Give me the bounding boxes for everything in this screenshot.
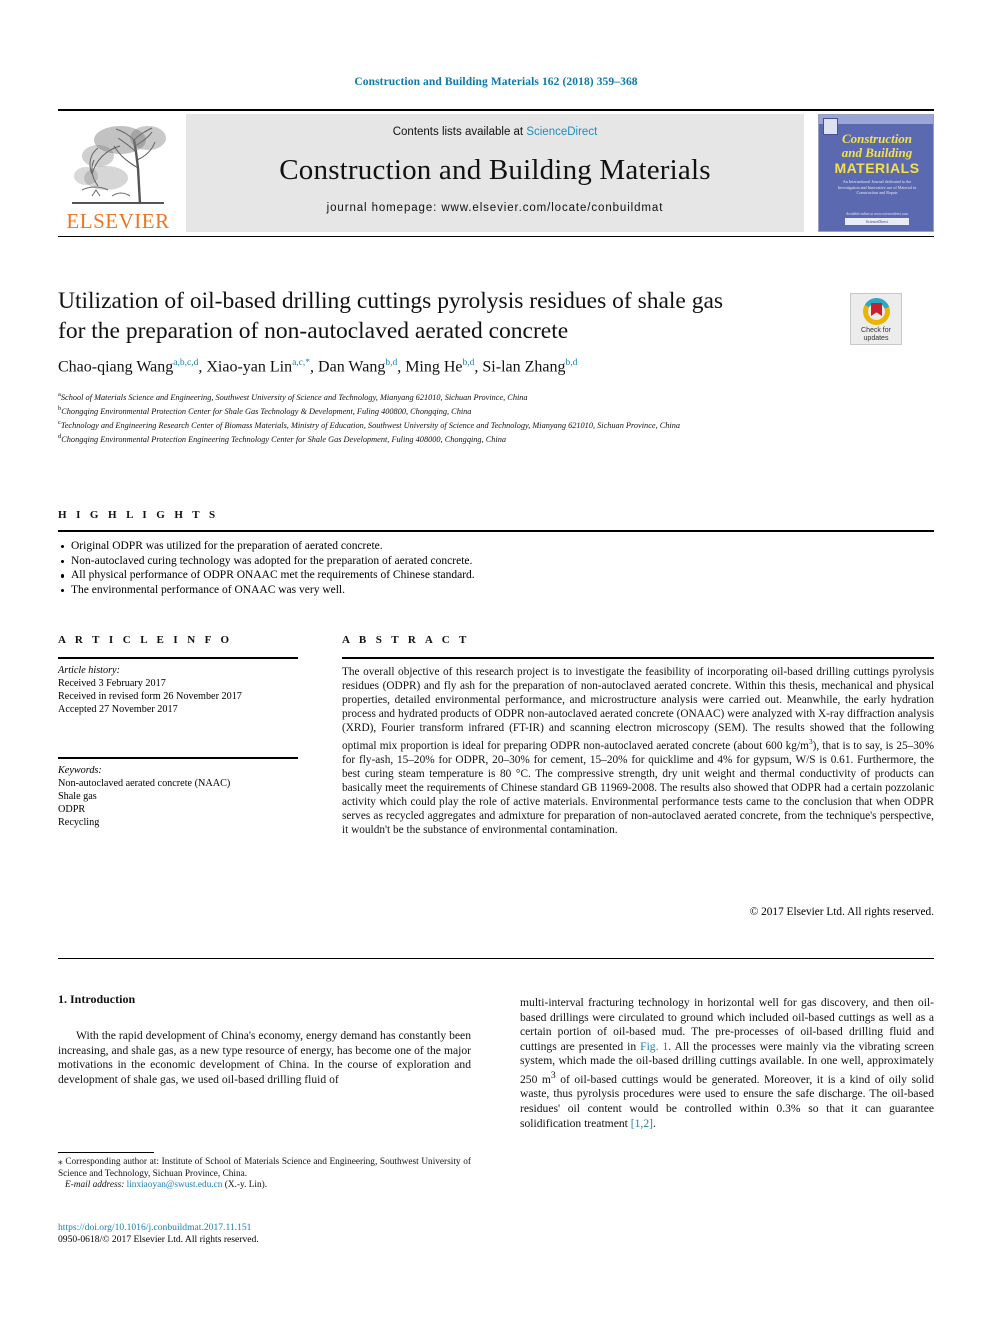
journal-cover-thumbnail: Construction and Building MATERIALS An I… bbox=[818, 114, 934, 232]
elsevier-tree-icon bbox=[62, 116, 174, 208]
author-list: Chao-qiang Wanga,b,c,d, Xiao-yan Lina,c,… bbox=[58, 358, 578, 376]
author-name: Chao-qiang Wang bbox=[58, 358, 174, 376]
crossmark-ring-icon bbox=[863, 298, 890, 325]
affiliation-text: School of Materials Science and Engineer… bbox=[60, 392, 528, 402]
masthead-top-rule bbox=[58, 109, 934, 111]
intro-left-column: With the rapid development of China's ec… bbox=[58, 1029, 471, 1086]
email-address-label: E-mail address: bbox=[64, 1180, 125, 1191]
keywords-block: Keywords: Non-autoclaved aerated concret… bbox=[58, 764, 308, 829]
abstract-rule bbox=[342, 657, 934, 659]
abstract-heading: A B S T R A C T bbox=[342, 634, 470, 646]
copyright-line: © 2017 Elsevier Ltd. All rights reserved… bbox=[749, 906, 934, 918]
corresponding-author-text: Corresponding author at: Institute of Sc… bbox=[58, 1157, 471, 1179]
article-history-item: Accepted 27 November 2017 bbox=[58, 704, 178, 716]
keyword-item: Shale gas bbox=[58, 791, 97, 803]
author-name: Ming He bbox=[405, 358, 463, 376]
contents-panel: Contents lists available at ScienceDirec… bbox=[186, 114, 804, 232]
cover-title-line3: MATERIALS bbox=[834, 160, 920, 176]
highlights-heading: H I G H L I G H T S bbox=[58, 509, 219, 521]
contents-prefix: Contents lists available at bbox=[392, 126, 527, 138]
sciencedirect-link[interactable]: ScienceDirect bbox=[526, 126, 597, 138]
list-item: Non-autoclaved curing technology was ado… bbox=[58, 554, 934, 569]
keywords-rule bbox=[58, 757, 298, 759]
affiliation-text: Technology and Engineering Research Cent… bbox=[60, 420, 680, 430]
doi-block: https://doi.org/10.1016/j.conbuildmat.20… bbox=[58, 1222, 471, 1247]
list-item: The environmental performance of ONAAC w… bbox=[58, 583, 934, 598]
abstract-text: The overall objective of this research p… bbox=[342, 665, 934, 837]
affiliation-list: aSchool of Materials Science and Enginee… bbox=[58, 389, 938, 445]
masthead-bottom-rule bbox=[58, 236, 934, 237]
cover-footer: Available online at www.sciencedirect.co… bbox=[845, 212, 909, 225]
author-name: Dan Wang bbox=[318, 358, 386, 376]
author-affil-marks: a,c,* bbox=[292, 358, 311, 368]
journal-masthead: ELSEVIER Contents lists available at Sci… bbox=[58, 114, 934, 233]
footnote-rule bbox=[58, 1152, 154, 1153]
affiliation-item: cTechnology and Engineering Research Cen… bbox=[58, 417, 938, 431]
article-history-item: Received in revised form 26 November 201… bbox=[58, 691, 242, 703]
citation-link[interactable]: [1,2] bbox=[631, 1117, 653, 1130]
elsevier-logo: ELSEVIER bbox=[58, 114, 178, 233]
affiliation-item: bChongqing Environmental Protection Cent… bbox=[58, 403, 938, 417]
keyword-item: Recycling bbox=[58, 817, 100, 829]
author-name: Xiao-yan Lin bbox=[206, 358, 293, 376]
paper-page: Construction and Building Materials 162 … bbox=[0, 0, 992, 1323]
crossmark-badge[interactable]: Check for updates bbox=[850, 293, 902, 345]
article-history-label: Article history: bbox=[58, 665, 120, 676]
journal-title: Construction and Building Materials bbox=[279, 154, 711, 186]
list-item: All physical performance of ODPR ONAAC m… bbox=[58, 568, 934, 583]
author-affil-marks: b,d bbox=[385, 358, 398, 368]
author-affil-marks: b,d bbox=[462, 358, 475, 368]
doi-link[interactable]: https://doi.org/10.1016/j.conbuildmat.20… bbox=[58, 1222, 471, 1234]
crossmark-bookmark-icon bbox=[871, 303, 882, 316]
journal-homepage-line[interactable]: journal homepage: www.elsevier.com/locat… bbox=[186, 202, 804, 214]
email-link[interactable]: linxiaoyan@swust.edu.cn bbox=[127, 1180, 223, 1190]
author-affil-marks: b,d bbox=[565, 358, 578, 368]
contents-available-line: Contents lists available at ScienceDirec… bbox=[186, 126, 804, 138]
corresponding-author-footnote: ⁎ Corresponding author at: Institute of … bbox=[58, 1157, 471, 1192]
article-history-item: Received 3 February 2017 bbox=[58, 678, 166, 690]
highlights-rule bbox=[58, 530, 934, 532]
author-affil-marks: a,b,c,d bbox=[173, 358, 199, 368]
body-separator-rule bbox=[58, 958, 934, 959]
keyword-item: Non-autoclaved aerated concrete (NAAC) bbox=[58, 778, 231, 790]
intro-right-part-4: . bbox=[652, 1116, 656, 1130]
cover-sciencedirect-box: ScienceDirect bbox=[845, 218, 909, 225]
affiliation-item: aSchool of Materials Science and Enginee… bbox=[58, 389, 938, 403]
affiliation-text: Chongqing Environmental Protection Cente… bbox=[61, 406, 472, 416]
article-info-heading: A R T I C L E I N F O bbox=[58, 634, 233, 646]
affiliation-item: dChongqing Environmental Protection Engi… bbox=[58, 431, 938, 445]
issn-copyright-line: 0950-0618/© 2017 Elsevier Ltd. All right… bbox=[58, 1234, 259, 1246]
email-owner: (X.-y. Lin). bbox=[222, 1180, 268, 1191]
cover-blurb: An International Journal dedicated to th… bbox=[837, 179, 917, 196]
elsevier-wordmark: ELSEVIER bbox=[66, 209, 170, 233]
crossmark-inner-circle bbox=[868, 303, 885, 320]
section-heading-introduction: 1. Introduction bbox=[58, 992, 136, 1006]
keywords-label: Keywords: bbox=[58, 765, 102, 776]
crossmark-label-2: updates bbox=[863, 335, 889, 342]
author-name: Si-lan Zhang bbox=[482, 358, 566, 376]
crossmark-label-1: Check for bbox=[861, 327, 891, 334]
cover-title-line2: and Building bbox=[841, 145, 913, 160]
list-item: Original ODPR was utilized for the prepa… bbox=[58, 539, 934, 554]
cover-footer-text: Available online at www.sciencedirect.co… bbox=[845, 212, 909, 216]
article-history: Article history: Received 3 February 201… bbox=[58, 664, 308, 716]
page-title: Utilization of oil-based drilling cuttin… bbox=[58, 286, 818, 346]
intro-right-part-3: of oil-based cuttings would be generated… bbox=[520, 1072, 934, 1130]
abstract-part-2: ), that is to say, is 25–30% for fly-ash… bbox=[342, 740, 934, 837]
title-line-2: for the preparation of non-autoclaved ae… bbox=[58, 318, 569, 344]
running-head: Construction and Building Materials 162 … bbox=[354, 76, 638, 88]
highlights-list: Original ODPR was utilized for the prepa… bbox=[58, 539, 934, 597]
figure-1-link[interactable]: Fig. 1 bbox=[640, 1040, 668, 1053]
intro-right-column: multi-interval fracturing technology in … bbox=[520, 996, 934, 1131]
affiliation-text: Chongqing Environmental Protection Engin… bbox=[61, 434, 507, 444]
keyword-item: ODPR bbox=[58, 804, 86, 816]
title-line-1: Utilization of oil-based drilling cuttin… bbox=[58, 288, 724, 314]
article-info-rule bbox=[58, 657, 298, 659]
